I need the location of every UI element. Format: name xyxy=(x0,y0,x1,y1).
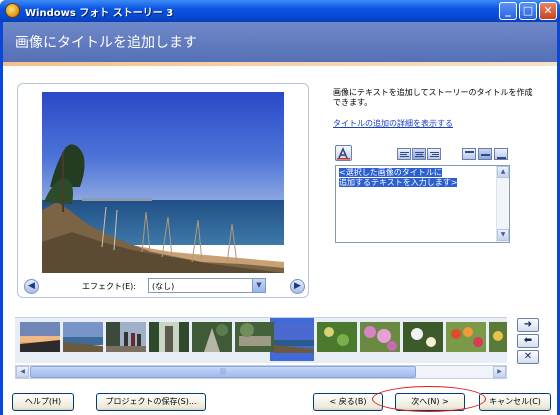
chevron-up-icon: ▲ xyxy=(500,168,506,175)
scroll-left-button[interactable]: ◀ xyxy=(16,366,29,378)
grip-icon: ||| xyxy=(219,368,227,375)
remove-image-button[interactable]: ✕ xyxy=(517,350,539,364)
move-image-right-button[interactable]: ➜ xyxy=(517,318,539,332)
arrow-left-icon: ⬅ xyxy=(523,335,533,346)
filmstrip-thumbnail[interactable] xyxy=(360,322,400,352)
wizard-header: 画像にタイトルを追加します xyxy=(3,22,557,62)
title-help-link[interactable]: タイトルの追加の詳細を表示する xyxy=(333,118,453,129)
header-divider xyxy=(3,62,557,66)
filmstrip[interactable] xyxy=(15,317,507,363)
scroll-up-button[interactable]: ▲ xyxy=(497,166,509,178)
maximize-button[interactable]: □ xyxy=(519,2,537,20)
photo-story-window: Windows フォト ストーリー 3 _ □ ✕ 画像にタイトルを追加します xyxy=(0,0,560,415)
chevron-left-icon: ◀ xyxy=(20,368,25,375)
previous-image-button[interactable]: ◀ xyxy=(24,279,39,294)
chevron-right-icon: ▶ xyxy=(497,368,502,375)
textarea-scrollbar[interactable]: ▲ ▼ xyxy=(496,166,509,242)
save-project-button[interactable]: プロジェクトの保存(S)... xyxy=(96,393,206,411)
move-image-left-button[interactable]: ⬅ xyxy=(517,334,539,348)
font-icon xyxy=(337,147,350,160)
filmstrip-thumbnail[interactable] xyxy=(489,322,507,352)
effect-dropdown-button[interactable]: ▼ xyxy=(252,279,265,292)
align-text-center-button[interactable] xyxy=(412,148,426,160)
align-text-right-button[interactable] xyxy=(427,148,441,160)
next-image-button[interactable]: ▶ xyxy=(290,279,305,294)
position-text-bottom-button[interactable] xyxy=(494,148,508,160)
next-button-highlight xyxy=(372,386,486,412)
image-preview-panel: ◀ エフェクト(E): (なし) ▼ ▶ xyxy=(17,83,309,298)
window-title: Windows フォト ストーリー 3 xyxy=(25,8,174,19)
font-button[interactable] xyxy=(335,145,352,161)
effect-select[interactable]: (なし) ▼ xyxy=(148,278,266,293)
preview-image xyxy=(42,92,284,273)
filmstrip-thumbnail[interactable] xyxy=(235,322,275,352)
title-text-content: <選択した画像のタイトルに 追加するテキストを入力します> xyxy=(339,168,489,188)
filmstrip-thumbnail[interactable] xyxy=(446,322,486,352)
close-icon: ✕ xyxy=(543,4,553,17)
beach-photo xyxy=(42,92,284,273)
minimize-icon: _ xyxy=(505,4,511,17)
filmstrip-thumbnail[interactable] xyxy=(63,322,103,352)
close-button[interactable]: ✕ xyxy=(539,2,557,20)
chevron-down-icon: ▼ xyxy=(500,231,506,238)
maximize-icon: □ xyxy=(522,4,534,17)
instructions-text: 画像にテキストを追加してストーリーのタイトルを作成できます。 xyxy=(333,88,533,107)
arrow-right-icon: ➜ xyxy=(523,319,533,330)
filmstrip-thumbnail[interactable] xyxy=(192,322,232,352)
save-project-button-label: プロジェクトの保存(S)... xyxy=(105,397,197,406)
title-text-line-2: 追加するテキストを入力します> xyxy=(339,178,458,187)
page-title: 画像にタイトルを追加します xyxy=(15,35,197,51)
filmstrip-thumbnail[interactable] xyxy=(403,322,443,352)
minimize-button[interactable]: _ xyxy=(499,2,517,20)
arrow-right-icon: ▶ xyxy=(294,281,301,291)
title-text-input[interactable]: <選択した画像のタイトルに 追加するテキストを入力します> ▲ ▼ xyxy=(335,165,510,243)
filmstrip-thumbnail[interactable] xyxy=(106,322,146,352)
arrow-left-icon: ◀ xyxy=(28,281,35,291)
scroll-down-button[interactable]: ▼ xyxy=(497,229,509,241)
effect-value: (なし) xyxy=(152,282,175,291)
title-text-line-1: <選択した画像のタイトルに xyxy=(339,168,442,177)
filmstrip-thumbnail[interactable] xyxy=(317,322,357,352)
cancel-button[interactable]: キャンセル(C) xyxy=(479,393,551,411)
app-icon xyxy=(5,3,20,18)
position-text-middle-button[interactable] xyxy=(478,148,492,160)
chevron-down-icon: ▼ xyxy=(256,281,262,289)
align-text-left-button[interactable] xyxy=(397,148,411,160)
delete-icon: ✕ xyxy=(523,351,533,362)
scrollbar-thumb[interactable]: ||| xyxy=(30,366,416,378)
effect-row: ◀ エフェクト(E): (なし) ▼ ▶ xyxy=(22,278,306,296)
filmstrip-thumbnail-selected[interactable] xyxy=(274,323,314,353)
help-button-label: ヘルプ(H) xyxy=(24,397,62,406)
filmstrip-thumbnail[interactable] xyxy=(149,322,189,352)
cancel-button-label: キャンセル(C) xyxy=(489,397,541,406)
scroll-right-button[interactable]: ▶ xyxy=(493,366,506,378)
title-bar: Windows フォト ストーリー 3 _ □ ✕ xyxy=(0,0,560,22)
position-text-top-button[interactable] xyxy=(462,148,476,160)
wizard-client-area: 画像にタイトルを追加します ◀ エフェクト(E): (なし) ▼ ▶ 画像にテキ… xyxy=(3,22,557,415)
filmstrip-thumbnail[interactable] xyxy=(20,322,60,352)
effect-label: エフェクト(E): xyxy=(82,282,136,291)
filmstrip-scrollbar[interactable]: ◀ ||| ▶ xyxy=(15,365,507,379)
help-button[interactable]: ヘルプ(H) xyxy=(12,393,74,411)
